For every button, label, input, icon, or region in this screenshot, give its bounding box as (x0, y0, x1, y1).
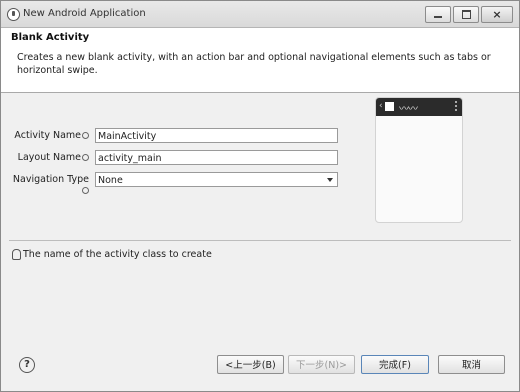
minimize-icon (434, 16, 442, 18)
lightbulb-icon (12, 249, 21, 260)
android-app-icon (7, 8, 20, 21)
preview-action-bar: ‹ 〰〰 (376, 98, 462, 116)
help-button[interactable]: ? (19, 357, 35, 373)
close-button[interactable]: × (481, 6, 513, 23)
maximize-icon (462, 10, 471, 19)
preview-title-placeholder: 〰〰 (399, 104, 418, 115)
back-button[interactable]: <上一步(B) (217, 355, 284, 374)
navigation-type-select[interactable]: None (95, 172, 338, 187)
layout-name-label-text: Layout Name (17, 152, 81, 163)
activity-name-label-text: Activity Name (14, 130, 81, 141)
info-icon (82, 187, 89, 194)
hint-text: The name of the activity class to create (23, 249, 212, 260)
wizard-header: Blank Activity Creates a new blank activ… (1, 28, 519, 93)
dropdown-arrow-icon (327, 178, 333, 182)
window-controls: × (425, 6, 513, 23)
page-description: Creates a new blank activity, with an ac… (17, 52, 491, 76)
layout-name-input[interactable]: activity_main (95, 150, 338, 165)
layout-name-label: Layout Name (11, 152, 89, 163)
preview-overflow-icon (455, 101, 457, 111)
maximize-button[interactable] (453, 6, 479, 23)
close-icon: × (492, 8, 502, 21)
activity-name-input[interactable]: MainActivity (95, 128, 338, 143)
divider (9, 240, 511, 241)
info-icon (82, 154, 89, 161)
preview-app-icon (385, 102, 394, 111)
navigation-type-value: None (98, 175, 123, 186)
activity-preview: ‹ 〰〰 (375, 97, 463, 223)
page-title: Blank Activity (11, 32, 90, 43)
window-title: New Android Application (23, 8, 146, 19)
navigation-type-label: Navigation Type (11, 174, 89, 196)
finish-button[interactable]: 完成(F) (361, 355, 429, 374)
navigation-type-label-text: Navigation Type (12, 174, 89, 185)
wizard-window: New Android Application × Blank Activity… (0, 0, 520, 392)
title-bar: New Android Application × (1, 1, 519, 28)
activity-name-label: Activity Name (11, 130, 89, 141)
cancel-button[interactable]: 取消 (438, 355, 505, 374)
info-icon (82, 132, 89, 139)
minimize-button[interactable] (425, 6, 451, 23)
preview-back-icon: ‹ (379, 101, 383, 111)
next-button[interactable]: 下一步(N)> (288, 355, 355, 374)
